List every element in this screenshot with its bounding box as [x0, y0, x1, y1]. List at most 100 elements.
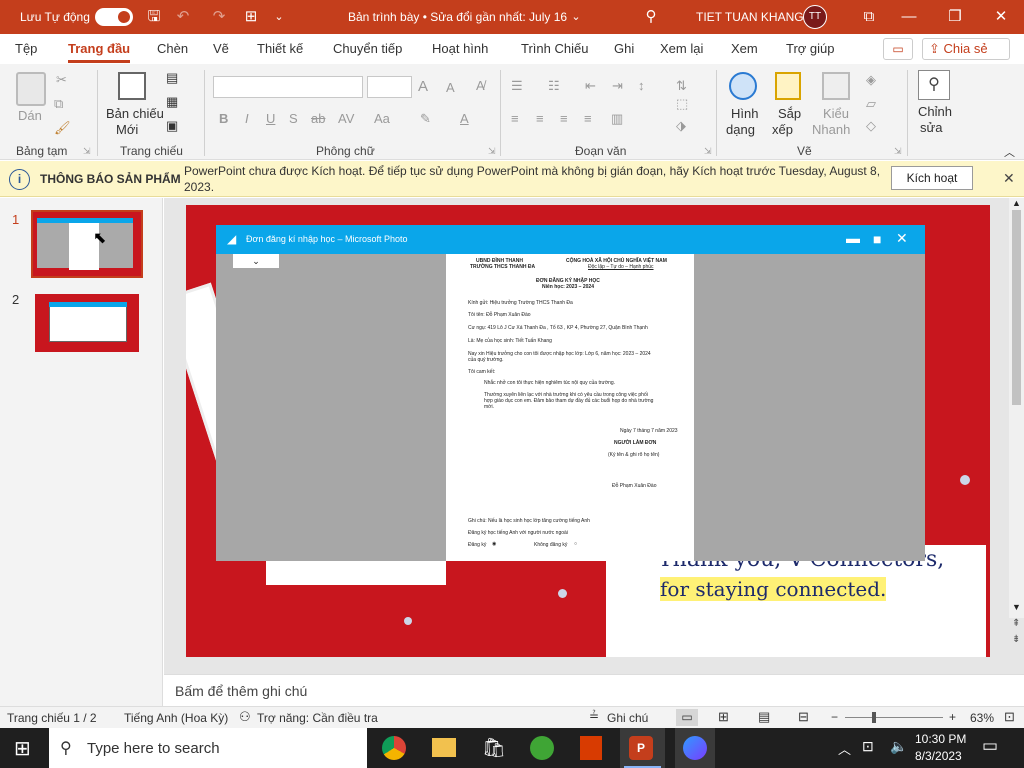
change-case-button[interactable]: Aa: [374, 111, 390, 126]
shapes-label-1[interactable]: Hình: [731, 106, 758, 121]
align-center-icon[interactable]: ≡: [536, 111, 544, 126]
line-spacing-icon[interactable]: ↕: [638, 78, 645, 93]
scroll-down-icon[interactable]: ▼: [1012, 602, 1021, 612]
tab-help[interactable]: Trợ giúp: [786, 41, 835, 56]
language-indicator[interactable]: Tiếng Anh (Hoa Kỳ): [124, 711, 228, 725]
clock-time[interactable]: 10:30 PM: [915, 732, 966, 746]
shape-outline-icon[interactable]: ▱: [866, 96, 876, 112]
font-color-icon[interactable]: A: [460, 111, 469, 126]
avatar[interactable]: TT: [803, 5, 827, 29]
scroll-thumb[interactable]: [1012, 210, 1021, 405]
smartart-icon[interactable]: ⬗: [676, 118, 686, 134]
section-icon[interactable]: ▣: [166, 118, 178, 134]
tab-insert[interactable]: Chèn: [157, 41, 188, 56]
editing-label-1[interactable]: Chỉnh: [918, 104, 952, 119]
arrange-icon[interactable]: [775, 72, 801, 100]
font-launcher-icon[interactable]: ⇲: [488, 146, 496, 157]
close-notification-icon[interactable]: ✕: [1003, 170, 1015, 187]
drawing-launcher-icon[interactable]: ⇲: [894, 146, 902, 157]
paste-label[interactable]: Dán: [18, 108, 42, 123]
new-slide-label-2[interactable]: Mới: [116, 122, 138, 137]
tray-chevron-icon[interactable]: ︿: [838, 739, 851, 758]
notes-pane[interactable]: Bấm để thêm ghi chú: [164, 674, 1024, 706]
text-direction-icon[interactable]: ⇅: [676, 78, 687, 94]
share-button[interactable]: ⇪ Chia sẻ: [922, 38, 1010, 60]
photos-dropdown-icon[interactable]: ⌄: [233, 254, 279, 268]
scroll-up-icon[interactable]: ▲: [1012, 198, 1021, 208]
notes-button[interactable]: Ghi chú: [607, 711, 648, 725]
title-chevron-down-icon[interactable]: ⌄: [565, 0, 587, 34]
new-slide-label-1[interactable]: Bản chiếu: [106, 106, 164, 121]
windows-start-icon[interactable]: ⊞: [14, 736, 31, 761]
save-icon[interactable]: 🖫: [143, 0, 165, 34]
shapes-label-2[interactable]: dạng: [726, 122, 755, 137]
font-name-combo[interactable]: [213, 76, 363, 98]
chrome-icon[interactable]: [382, 736, 406, 760]
zoom-slider-thumb[interactable]: [872, 712, 876, 723]
file-explorer-icon[interactable]: [432, 738, 456, 757]
numbering-icon[interactable]: ☷: [548, 78, 560, 94]
slideshow-view-icon[interactable]: ⊟: [798, 709, 809, 725]
tab-view[interactable]: Xem: [731, 41, 758, 56]
customize-qat-icon[interactable]: ⌄: [268, 0, 290, 34]
redo-icon[interactable]: ↷: [208, 0, 230, 34]
slide-sorter-icon[interactable]: ⊞: [718, 709, 729, 725]
collapse-ribbon-icon[interactable]: ︿: [1004, 144, 1015, 160]
office-icon[interactable]: [580, 736, 602, 760]
zoom-in-icon[interactable]: +: [949, 710, 956, 724]
quick-styles-label-2[interactable]: Nhanh: [812, 122, 850, 137]
powerpoint-taskbar-button[interactable]: P: [620, 728, 665, 768]
bullets-icon[interactable]: ☰: [511, 78, 523, 94]
document-title[interactable]: Bản trình bày • Sửa đổi gần nhất: July 1…: [348, 10, 567, 24]
strikethrough-button[interactable]: ab: [311, 111, 325, 126]
fit-slide-icon[interactable]: ⊡: [1004, 709, 1015, 725]
tab-animations[interactable]: Hoạt hình: [432, 41, 488, 56]
layout-icon[interactable]: ▤: [166, 70, 178, 86]
italic-button[interactable]: I: [245, 111, 249, 126]
tab-transitions[interactable]: Chuyển tiếp: [333, 41, 402, 56]
present-icon[interactable]: ⊞: [240, 0, 262, 34]
activate-button[interactable]: Kích hoạt: [891, 166, 973, 190]
reset-icon[interactable]: ▦: [166, 94, 178, 110]
zoom-level[interactable]: 63%: [970, 711, 994, 725]
quick-styles-icon[interactable]: [822, 72, 850, 100]
store-icon[interactable]: 🛍: [482, 736, 506, 760]
char-spacing-icon[interactable]: AV: [338, 111, 354, 126]
editing-label-2[interactable]: sửa: [920, 120, 942, 135]
shapes-icon[interactable]: [729, 72, 757, 100]
decrease-indent-icon[interactable]: ⇤: [585, 78, 596, 94]
tab-review[interactable]: Xem lại: [660, 41, 703, 56]
columns-icon[interactable]: ▥: [611, 111, 623, 127]
app-green-icon[interactable]: [530, 736, 554, 760]
autosave-toggle[interactable]: [95, 8, 133, 26]
normal-view-icon[interactable]: ▭: [676, 709, 698, 726]
paragraph-launcher-icon[interactable]: ⇲: [704, 146, 712, 157]
arrange-label-2[interactable]: xếp: [772, 122, 793, 137]
taskbar-search[interactable]: ⚲ Type here to search: [49, 728, 367, 768]
clock-date[interactable]: 8/3/2023: [915, 749, 962, 763]
tab-file[interactable]: Tệp: [15, 41, 37, 56]
arrange-label-1[interactable]: Sắp: [778, 106, 801, 121]
ribbon-display-icon[interactable]: ⧉: [858, 0, 880, 34]
highlight-icon[interactable]: ✎: [420, 111, 431, 127]
prev-slide-icon[interactable]: ⇞: [1012, 618, 1020, 629]
clear-format-icon[interactable]: A̸: [476, 78, 485, 93]
shadow-icon[interactable]: S: [289, 111, 298, 126]
notification-center-icon[interactable]: ▭: [982, 736, 998, 756]
justify-icon[interactable]: ≡: [584, 111, 592, 126]
photos-close-icon[interactable]: ✕: [896, 230, 908, 247]
shape-effects-icon[interactable]: ◇: [866, 118, 876, 134]
tab-slideshow[interactable]: Trình Chiếu: [521, 41, 588, 56]
next-slide-icon[interactable]: ⇟: [1012, 634, 1020, 645]
zoom-slider[interactable]: [845, 717, 943, 718]
shrink-font-icon[interactable]: A: [446, 80, 455, 95]
new-slide-icon[interactable]: [118, 72, 146, 100]
undo-icon[interactable]: ↶: [172, 0, 194, 34]
zoom-out-icon[interactable]: −: [831, 710, 838, 724]
font-size-combo[interactable]: [367, 76, 412, 98]
find-icon[interactable]: ⚲: [918, 70, 950, 100]
underline-button[interactable]: U: [266, 111, 275, 126]
copy-icon[interactable]: ⧉: [54, 96, 63, 112]
user-name[interactable]: TIET TUAN KHANG: [696, 10, 804, 24]
photos-maximize-icon[interactable]: ■: [873, 231, 881, 247]
